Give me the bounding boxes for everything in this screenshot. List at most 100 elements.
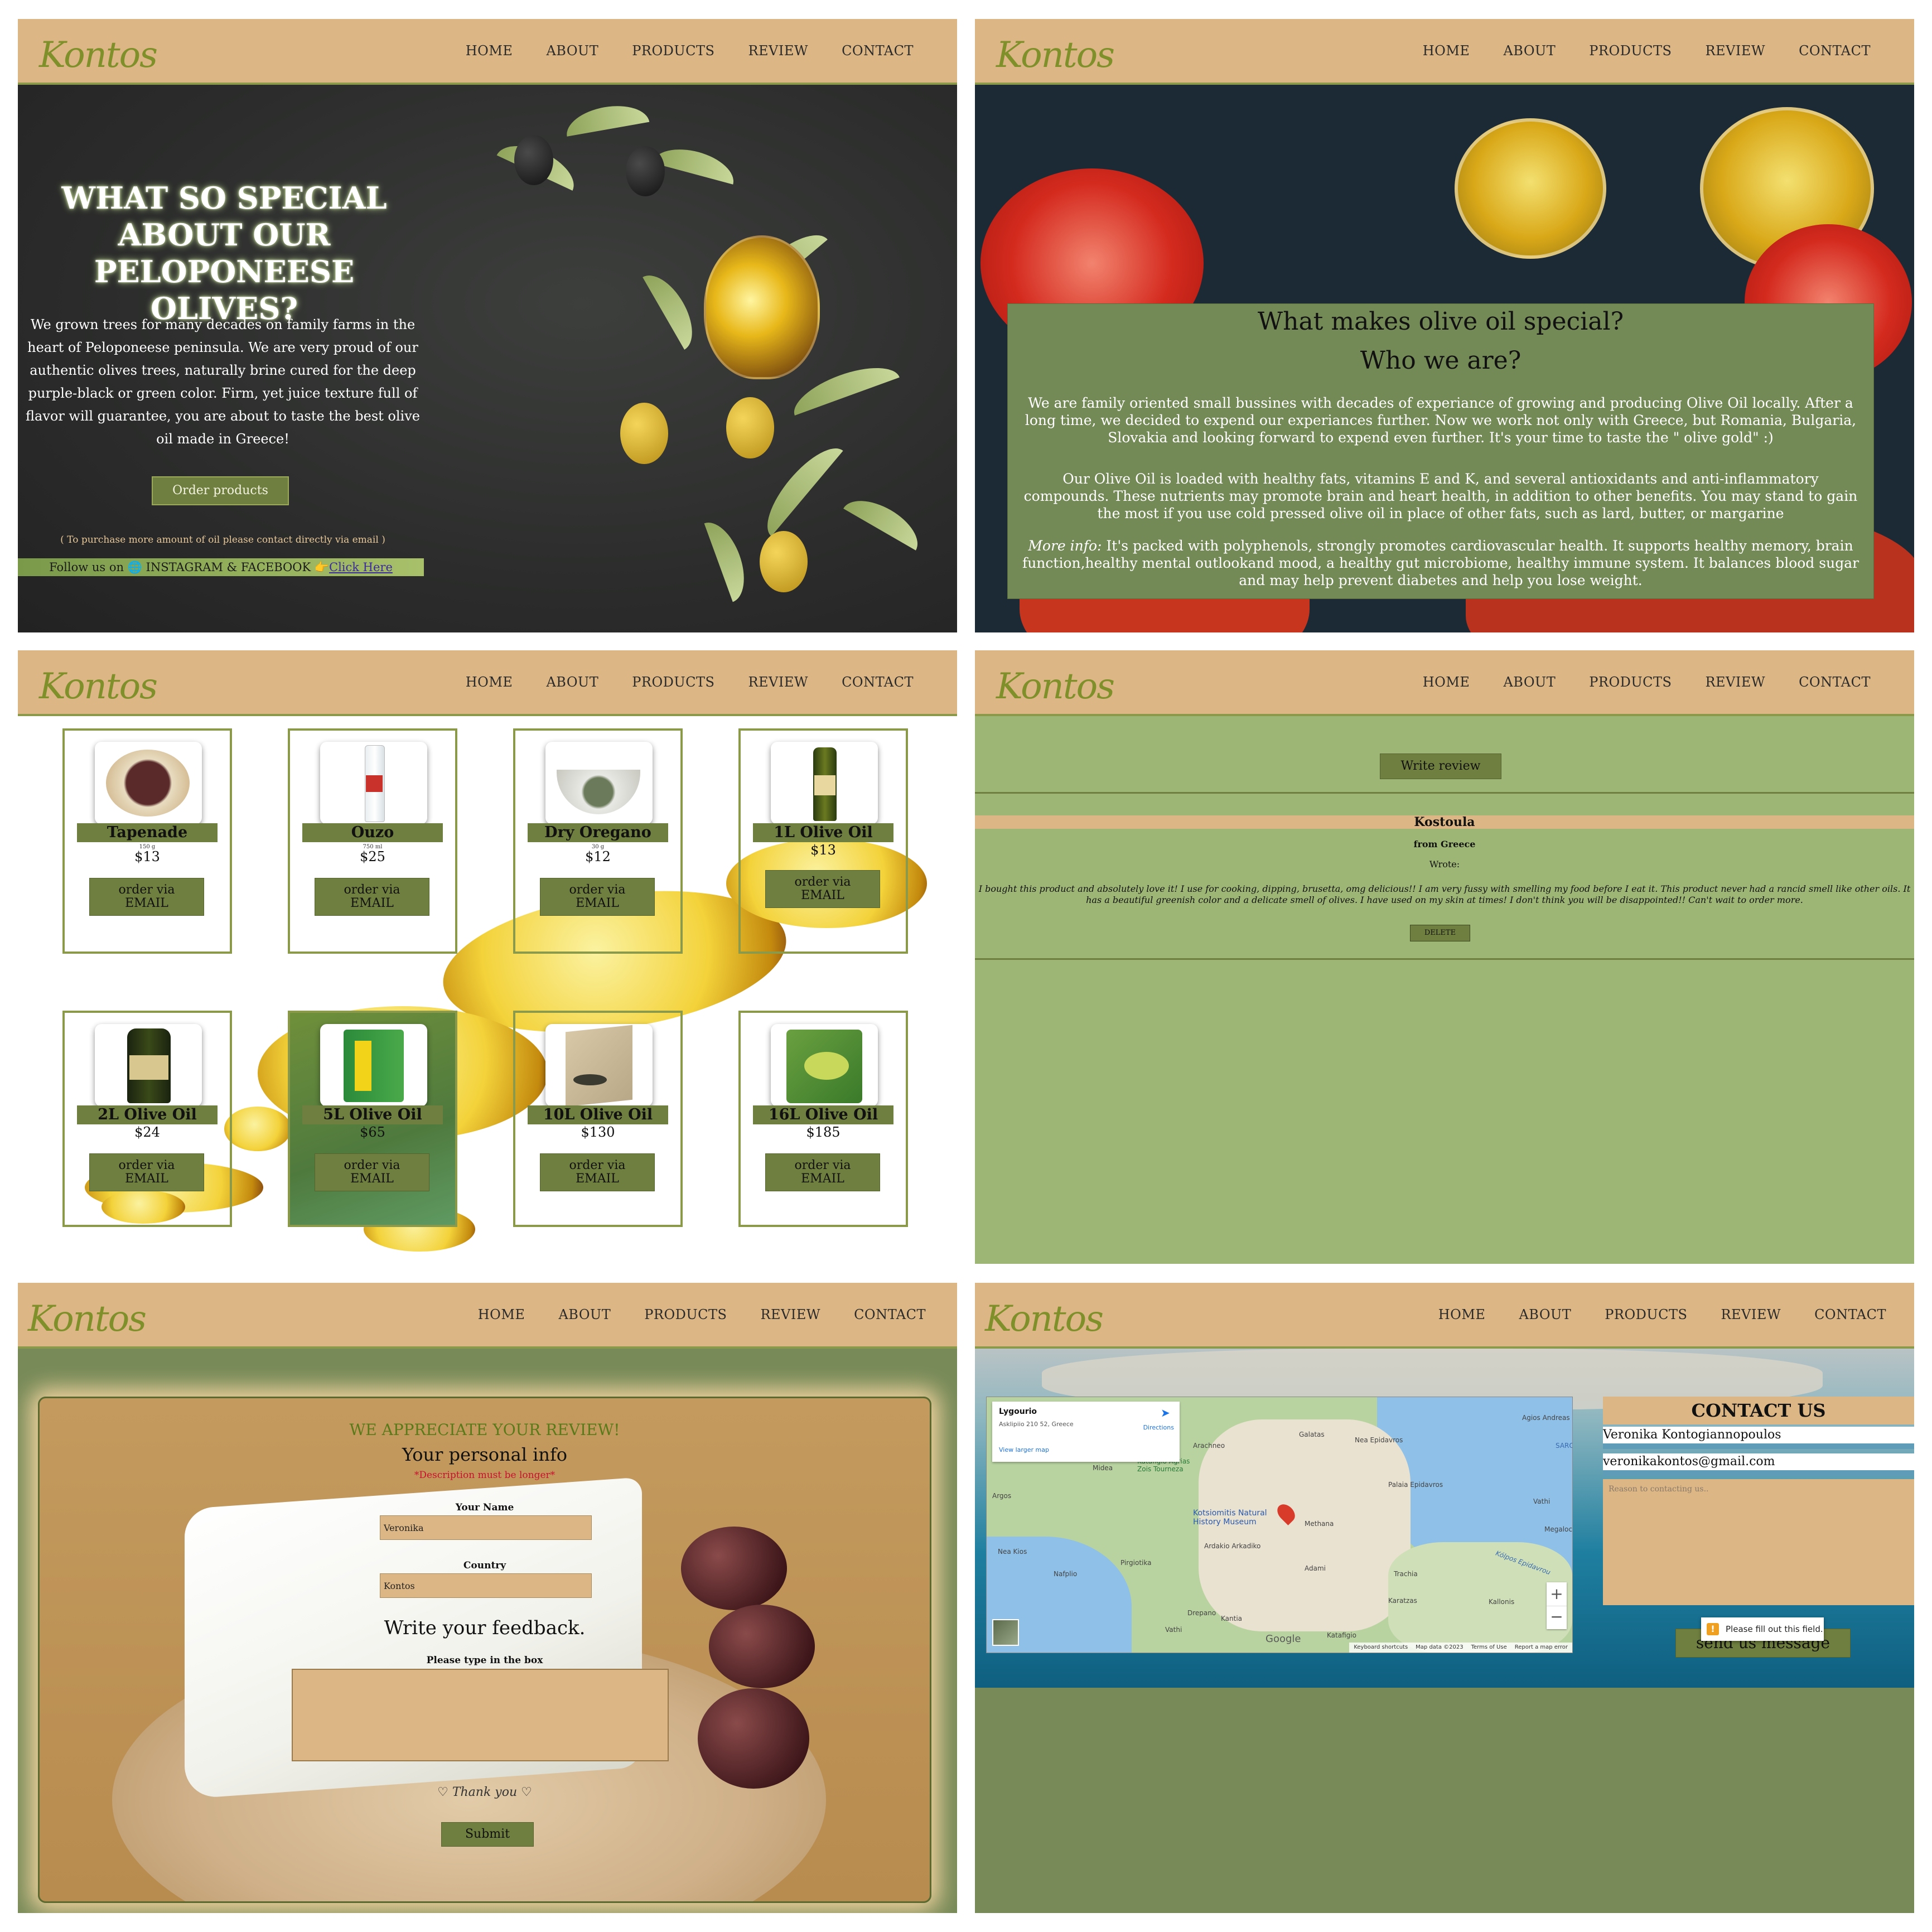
country-input[interactable]: Kontos	[380, 1573, 592, 1598]
nav-products[interactable]: PRODUCTS	[1605, 1307, 1687, 1322]
logo[interactable]: Kontos	[28, 1288, 147, 1340]
zoom-in-icon[interactable]: +	[1547, 1582, 1567, 1606]
nav-review[interactable]: REVIEW	[760, 1307, 820, 1322]
logo[interactable]: Kontos	[996, 656, 1115, 707]
olive-oil-2l-image	[95, 1024, 202, 1107]
order-label-1: order via	[344, 1158, 400, 1172]
map-larger-link[interactable]: View larger map	[999, 1446, 1049, 1453]
order-label-2: EMAIL	[801, 888, 844, 902]
nav-home[interactable]: HOME	[1438, 1307, 1486, 1322]
contact-name-input[interactable]: Veronika Kontogiannopoulos	[1603, 1427, 1914, 1449]
oil-splash-image	[224, 1107, 291, 1151]
about-title: What makes olive oil special?	[1257, 307, 1624, 336]
kalamata-olive-image	[698, 1688, 809, 1789]
map-place-card: Lygourio Asklipiio 210 52, Greece View l…	[992, 1402, 1180, 1462]
nav-home[interactable]: HOME	[466, 43, 513, 59]
nav-about[interactable]: ABOUT	[1503, 674, 1556, 690]
olive-oil-5l-image	[320, 1024, 427, 1107]
nav-contact[interactable]: CONTACT	[1814, 1307, 1886, 1322]
logo[interactable]: Kontos	[39, 656, 158, 707]
directions-icon[interactable]: ➤	[1161, 1407, 1172, 1418]
olive-leaf-image	[754, 436, 843, 537]
olive-leaf-image	[787, 356, 900, 416]
order-email-button[interactable]: order via EMAIL	[315, 878, 429, 916]
write-review-button[interactable]: Write review	[1380, 754, 1501, 779]
delete-review-button[interactable]: DELETE	[1410, 925, 1470, 941]
contact-email-input[interactable]: veronikakontos@gmail.com	[1603, 1453, 1914, 1476]
logo[interactable]: Kontos	[985, 1288, 1104, 1340]
order-email-button[interactable]: order via EMAIL	[540, 1153, 655, 1191]
order-products-button[interactable]: Order products	[152, 476, 289, 505]
map-footer-item[interactable]: Keyboard shortcuts	[1354, 1643, 1408, 1653]
nav-contact[interactable]: CONTACT	[1799, 43, 1871, 59]
nav-home[interactable]: HOME	[466, 674, 513, 690]
follow-link[interactable]: Click Here	[329, 561, 393, 574]
order-label-2: EMAIL	[350, 1172, 394, 1186]
review-panel: Kontos HOME ABOUT PRODUCTS REVIEW CONTAC…	[975, 650, 1914, 1264]
name-input[interactable]: Veronika	[380, 1515, 592, 1540]
order-label-1: order via	[569, 883, 626, 897]
map-footer-item[interactable]: Terms of Use	[1471, 1643, 1507, 1653]
zoom-out-icon[interactable]: −	[1547, 1606, 1567, 1630]
nav-review[interactable]: REVIEW	[1705, 674, 1765, 690]
products-panel: Kontos HOME ABOUT PRODUCTS REVIEW CONTAC…	[18, 650, 957, 1264]
nav-review[interactable]: REVIEW	[1705, 43, 1765, 59]
nav-contact[interactable]: CONTACT	[1799, 674, 1871, 690]
nav-links: HOME ABOUT PRODUCTS REVIEW CONTACT	[1423, 650, 1871, 714]
submit-button[interactable]: Submit	[441, 1822, 534, 1847]
nav-review[interactable]: REVIEW	[748, 43, 808, 59]
product-card-1l-olive-oil: 1L Olive Oil $13 order via EMAIL	[738, 728, 908, 954]
logo[interactable]: Kontos	[996, 25, 1115, 76]
feedback-textarea[interactable]	[292, 1669, 669, 1761]
nav-home[interactable]: HOME	[1423, 674, 1470, 690]
product-name: 1L Olive Oil	[753, 823, 893, 842]
nav-contact[interactable]: CONTACT	[842, 674, 914, 690]
order-email-button[interactable]: order via EMAIL	[540, 878, 655, 916]
nav-products[interactable]: PRODUCTS	[632, 674, 714, 690]
oregano-image	[545, 742, 653, 824]
contact-panel: Kontos HOME ABOUT PRODUCTS REVIEW CONTAC…	[975, 1283, 1914, 1913]
navbar: Kontos HOME ABOUT PRODUCTS REVIEW CONTAC…	[975, 1283, 1914, 1349]
nav-contact[interactable]: CONTACT	[842, 43, 914, 59]
order-email-button[interactable]: order via EMAIL	[315, 1153, 429, 1191]
map-footer-item[interactable]: Report a map error	[1515, 1643, 1568, 1653]
nav-about[interactable]: ABOUT	[1519, 1307, 1571, 1322]
nav-home[interactable]: HOME	[478, 1307, 525, 1322]
validation-tooltip: ! Please fill out this field.	[1701, 1617, 1824, 1641]
warning-icon: !	[1707, 1623, 1719, 1635]
logo-text: Kontos	[28, 1298, 147, 1340]
nav-contact[interactable]: CONTACT	[854, 1307, 926, 1322]
review-background: Write review Kostoula from Greece Wrote:…	[975, 716, 1914, 1264]
nav-products[interactable]: PRODUCTS	[1589, 43, 1672, 59]
nav-review[interactable]: REVIEW	[748, 674, 808, 690]
map-label: Ardakio Arkadiko	[1204, 1542, 1261, 1550]
nav-products[interactable]: PRODUCTS	[632, 43, 714, 59]
review-form-card: WE APPRECIATE YOUR REVIEW! Your personal…	[38, 1397, 931, 1903]
nav-home[interactable]: HOME	[1423, 43, 1470, 59]
nav-about[interactable]: ABOUT	[1503, 43, 1556, 59]
order-email-button[interactable]: order via EMAIL	[765, 1153, 880, 1191]
nav-review[interactable]: REVIEW	[1721, 1307, 1781, 1322]
nav-products[interactable]: PRODUCTS	[1589, 674, 1672, 690]
nav-about[interactable]: ABOUT	[546, 674, 598, 690]
nav-products[interactable]: PRODUCTS	[644, 1307, 727, 1322]
product-price: $130	[581, 1124, 615, 1140]
order-email-button[interactable]: order via EMAIL	[765, 870, 880, 908]
nav-about[interactable]: ABOUT	[546, 43, 598, 59]
follow-text: Follow us on 🌐 INSTAGRAM & FACEBOOK 👉	[49, 561, 329, 574]
nav-links: HOME ABOUT PRODUCTS REVIEW CONTACT	[466, 650, 914, 714]
contact-reason-textarea[interactable]: Reason to contacting us..	[1603, 1479, 1914, 1605]
order-label-2: EMAIL	[350, 896, 394, 910]
google-map[interactable]: Arachneo Midea Argos Katafigio Agrias Zo…	[986, 1397, 1573, 1653]
nav-about[interactable]: ABOUT	[558, 1307, 611, 1322]
order-email-button[interactable]: order via EMAIL	[89, 1153, 204, 1191]
order-email-button[interactable]: order via EMAIL	[89, 878, 204, 916]
map-label: Nafplio	[1054, 1570, 1078, 1578]
map-layer-toggle[interactable]	[992, 1619, 1019, 1646]
form-feedback-title: Write your feedback.	[384, 1617, 586, 1639]
form-personal-info: Your personal info	[402, 1444, 568, 1465]
logo[interactable]: Kontos	[39, 25, 158, 76]
map-directions-link[interactable]: Directions	[1143, 1424, 1174, 1431]
navbar: Kontos HOME ABOUT PRODUCTS REVIEW CONTAC…	[975, 19, 1914, 85]
more-info-label: More info:	[1028, 538, 1102, 554]
